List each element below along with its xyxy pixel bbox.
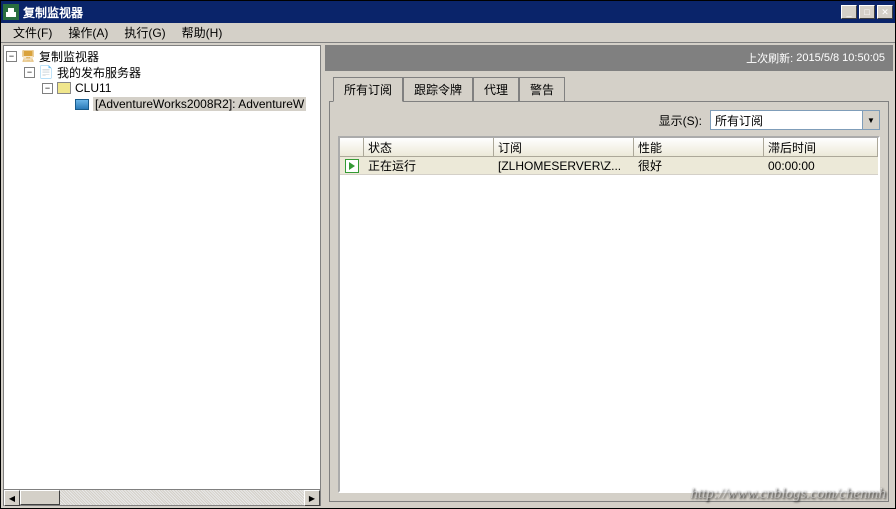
row-status-icon — [340, 159, 364, 173]
tab-panel: 显示(S): 所有订阅 状态 订阅 性能 滞后时间 — [329, 101, 889, 502]
subscription-grid: 状态 订阅 性能 滞后时间 正在运行 [ZLHOMESERVER\Z... 很好… — [338, 136, 880, 493]
titlebar-buttons: _ □ ✕ — [841, 5, 893, 19]
menu-action[interactable]: 操作(A) — [60, 22, 116, 43]
cell-performance: 很好 — [634, 157, 764, 174]
tab-warnings[interactable]: 警告 — [519, 77, 565, 101]
last-refresh-time: 2015/5/8 10:50:05 — [796, 52, 885, 64]
grid-header: 状态 订阅 性能 滞后时间 — [340, 138, 878, 157]
tree-root[interactable]: − 🖥 复制监视器 — [6, 48, 318, 64]
expand-toggle-icon[interactable]: − — [24, 67, 35, 78]
tree-publisher-group-label: 我的发布服务器 — [57, 64, 141, 81]
scroll-left-button[interactable]: ◀ — [4, 490, 20, 506]
cell-latency: 00:00:00 — [764, 159, 878, 173]
scroll-thumb[interactable] — [20, 490, 60, 505]
filter-value: 所有订阅 — [715, 112, 763, 129]
tree-publication-label: [AdventureWorks2008R2]: AdventureW — [93, 97, 306, 111]
folder-icon: 📄 — [38, 64, 54, 80]
tree-server-label: CLU11 — [75, 81, 111, 95]
server-icon — [56, 80, 72, 96]
col-performance[interactable]: 性能 — [634, 138, 764, 156]
maximize-button[interactable]: □ — [859, 5, 875, 19]
grid-body: 正在运行 [ZLHOMESERVER\Z... 很好 00:00:00 — [340, 157, 878, 491]
tabs: 所有订阅 跟踪令牌 代理 警告 — [325, 77, 893, 101]
minimize-button[interactable]: _ — [841, 5, 857, 19]
tree[interactable]: − 🖥 复制监视器 − 📄 我的发布服务器 − CLU11 [ — [4, 46, 320, 489]
titlebar: 复制监视器 _ □ ✕ — [1, 1, 895, 23]
expand-toggle-icon[interactable]: − — [42, 83, 53, 94]
tree-publication[interactable]: [AdventureWorks2008R2]: AdventureW — [6, 96, 318, 112]
filter-label: 显示(S): — [659, 112, 702, 129]
col-latency[interactable]: 滞后时间 — [764, 138, 878, 156]
app-icon — [3, 4, 19, 20]
last-refresh-label: 上次刷新: — [746, 50, 793, 66]
menu-help[interactable]: 帮助(H) — [174, 22, 231, 43]
expand-toggle-icon[interactable]: − — [6, 51, 17, 62]
monitor-icon: 🖥 — [20, 48, 36, 64]
cell-subscription: [ZLHOMESERVER\Z... — [494, 159, 634, 173]
publication-icon — [74, 96, 90, 112]
content-area: − 🖥 复制监视器 − 📄 我的发布服务器 − CLU11 [ — [1, 43, 895, 508]
filter-row: 显示(S): 所有订阅 — [338, 110, 880, 130]
table-row[interactable]: 正在运行 [ZLHOMESERVER\Z... 很好 00:00:00 — [340, 157, 878, 175]
close-button[interactable]: ✕ — [877, 5, 893, 19]
tree-server[interactable]: − CLU11 — [6, 80, 318, 96]
tabs-wrap: 所有订阅 跟踪令牌 代理 警告 — [325, 71, 893, 101]
menu-file[interactable]: 文件(F) — [5, 22, 60, 43]
window-title: 复制监视器 — [23, 4, 841, 21]
menu-run[interactable]: 执行(G) — [116, 22, 173, 43]
tree-pane: − 🖥 复制监视器 − 📄 我的发布服务器 − CLU11 [ — [3, 45, 321, 506]
running-icon — [345, 159, 359, 173]
tab-all-subscriptions[interactable]: 所有订阅 — [333, 77, 403, 102]
tree-hscrollbar[interactable]: ◀ ▶ — [4, 489, 320, 505]
tab-agents[interactable]: 代理 — [473, 77, 519, 101]
tab-tracer-tokens[interactable]: 跟踪令牌 — [403, 77, 473, 101]
right-header: 上次刷新: 2015/5/8 10:50:05 — [325, 45, 893, 71]
tree-root-label: 复制监视器 — [39, 48, 99, 65]
app-window: 复制监视器 _ □ ✕ 文件(F) 操作(A) 执行(G) 帮助(H) − 🖥 … — [0, 0, 896, 509]
menubar: 文件(F) 操作(A) 执行(G) 帮助(H) — [1, 23, 895, 43]
tree-publisher-group[interactable]: − 📄 我的发布服务器 — [6, 64, 318, 80]
col-icon[interactable] — [340, 138, 364, 156]
col-subscription[interactable]: 订阅 — [494, 138, 634, 156]
right-pane: 上次刷新: 2015/5/8 10:50:05 所有订阅 跟踪令牌 代理 警告 … — [325, 45, 893, 506]
scroll-track[interactable] — [20, 490, 304, 505]
filter-select[interactable]: 所有订阅 — [710, 110, 880, 130]
scroll-right-button[interactable]: ▶ — [304, 490, 320, 506]
cell-status: 正在运行 — [364, 157, 494, 174]
col-status[interactable]: 状态 — [364, 138, 494, 156]
